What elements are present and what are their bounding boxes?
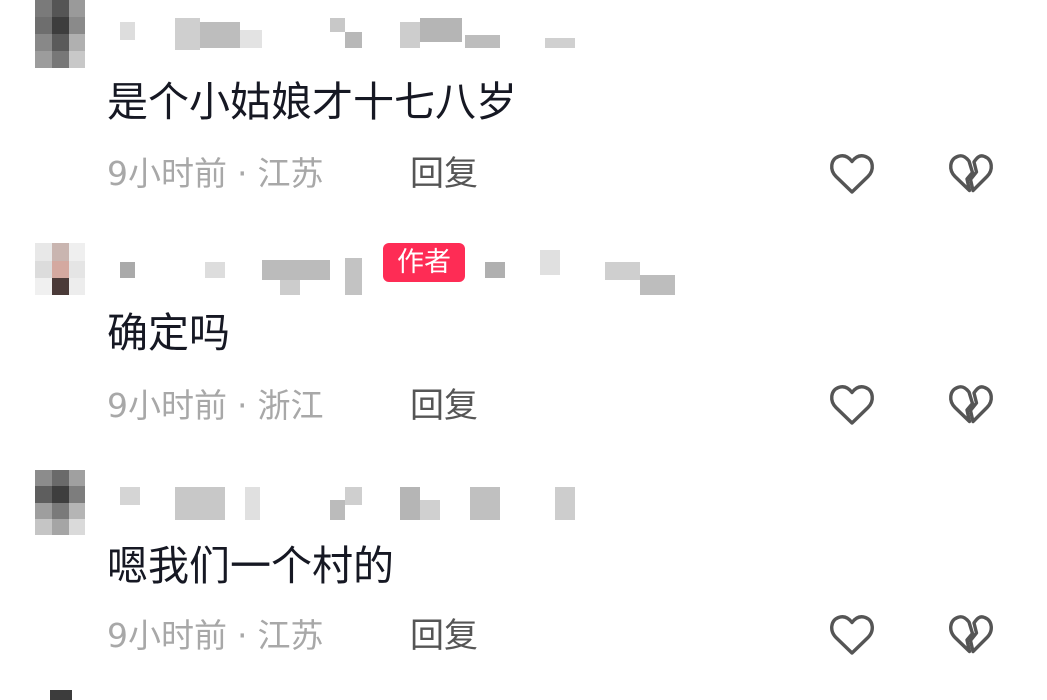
mosaic-block (470, 487, 500, 520)
meta-separator: · (237, 616, 248, 655)
mosaic-block (330, 18, 345, 32)
mosaic-block (175, 18, 200, 50)
mosaic-block (345, 487, 362, 505)
broken-heart-icon[interactable] (946, 151, 996, 197)
comment-text: 是个小姑娘才十七八岁 (107, 78, 517, 126)
comment-time: 9小时前 (107, 386, 227, 425)
comment-text: 确定吗 (107, 309, 230, 357)
mosaic-block (345, 32, 362, 48)
mosaic-block (120, 487, 140, 505)
mosaic-block (35, 503, 52, 519)
broken-heart-icon[interactable] (946, 382, 996, 428)
mosaic-block (69, 278, 85, 295)
mosaic-block (52, 17, 69, 34)
mosaic-block (245, 487, 260, 520)
mosaic-block (330, 500, 345, 520)
mosaic-block (205, 262, 225, 278)
mosaic-block (262, 260, 330, 280)
mosaic-block (345, 258, 362, 295)
mosaic-block (52, 519, 69, 535)
heart-outline-icon[interactable] (827, 382, 877, 428)
mosaic-block (640, 275, 675, 295)
mosaic-block (52, 503, 69, 519)
username-redacted[interactable] (118, 482, 588, 522)
mosaic-block (52, 470, 69, 486)
mosaic-block (175, 487, 225, 520)
mosaic-block (35, 470, 52, 486)
mosaic-block (280, 280, 300, 295)
mosaic-block (69, 470, 85, 486)
avatar[interactable] (35, 0, 85, 68)
mosaic-block (605, 262, 640, 280)
avatar[interactable] (35, 243, 85, 295)
mosaic-block (35, 278, 52, 295)
username-redacted[interactable] (118, 15, 588, 55)
mosaic-block (52, 243, 69, 261)
mosaic-block (69, 51, 85, 68)
mosaic-block (35, 51, 52, 68)
mosaic-block (52, 278, 69, 295)
mosaic-block (35, 519, 52, 535)
mosaic-block (120, 262, 135, 278)
mosaic-block (540, 250, 560, 275)
comment-location: 江苏 (257, 154, 324, 193)
comment-text: 嗯我们一个村的 (107, 542, 394, 590)
heart-outline-icon[interactable] (827, 612, 877, 658)
mosaic-block (545, 38, 575, 48)
mosaic-block (52, 486, 69, 503)
avatar[interactable] (35, 470, 85, 535)
author-badge: 作者 (383, 243, 465, 282)
heart-outline-icon[interactable] (827, 151, 877, 197)
mosaic-block (400, 22, 420, 48)
next-comment-avatar[interactable] (50, 690, 72, 700)
mosaic-block (400, 487, 420, 520)
comment-location: 浙江 (257, 386, 324, 425)
mosaic-block (120, 22, 135, 40)
mosaic-block (69, 486, 85, 503)
comment-time: 9小时前 (107, 616, 227, 655)
mosaic-block (52, 261, 69, 278)
mosaic-block (52, 34, 69, 51)
mosaic-block (35, 0, 52, 17)
mosaic-block (420, 500, 440, 520)
meta-separator: · (237, 154, 248, 193)
mosaic-block (52, 51, 69, 68)
mosaic-block (69, 243, 85, 261)
meta-separator: · (237, 386, 248, 425)
comment-location: 江苏 (257, 616, 324, 655)
mosaic-block (69, 0, 85, 17)
reply-button[interactable]: 回复 (410, 614, 478, 658)
comment-time: 9小时前 (107, 154, 227, 193)
reply-button[interactable]: 回复 (410, 152, 478, 196)
mosaic-block (420, 18, 462, 42)
mosaic-block (465, 35, 500, 48)
reply-button[interactable]: 回复 (410, 384, 478, 428)
mosaic-block (240, 30, 262, 48)
mosaic-block (555, 487, 575, 520)
mosaic-block (35, 261, 52, 278)
mosaic-block (69, 17, 85, 34)
mosaic-block (69, 519, 85, 535)
mosaic-block (35, 486, 52, 503)
mosaic-block (69, 261, 85, 278)
mosaic-block (35, 17, 52, 34)
mosaic-block (35, 243, 52, 261)
comment-meta: 9小时前 · 江苏 (107, 614, 324, 658)
broken-heart-icon[interactable] (946, 612, 996, 658)
mosaic-block (200, 22, 240, 48)
comment-meta: 9小时前 · 江苏 (107, 152, 324, 196)
mosaic-block (52, 0, 69, 17)
comment-meta: 9小时前 · 浙江 (107, 384, 324, 428)
mosaic-block (69, 503, 85, 519)
mosaic-block (69, 34, 85, 51)
mosaic-block (35, 34, 52, 51)
mosaic-block (485, 262, 505, 278)
